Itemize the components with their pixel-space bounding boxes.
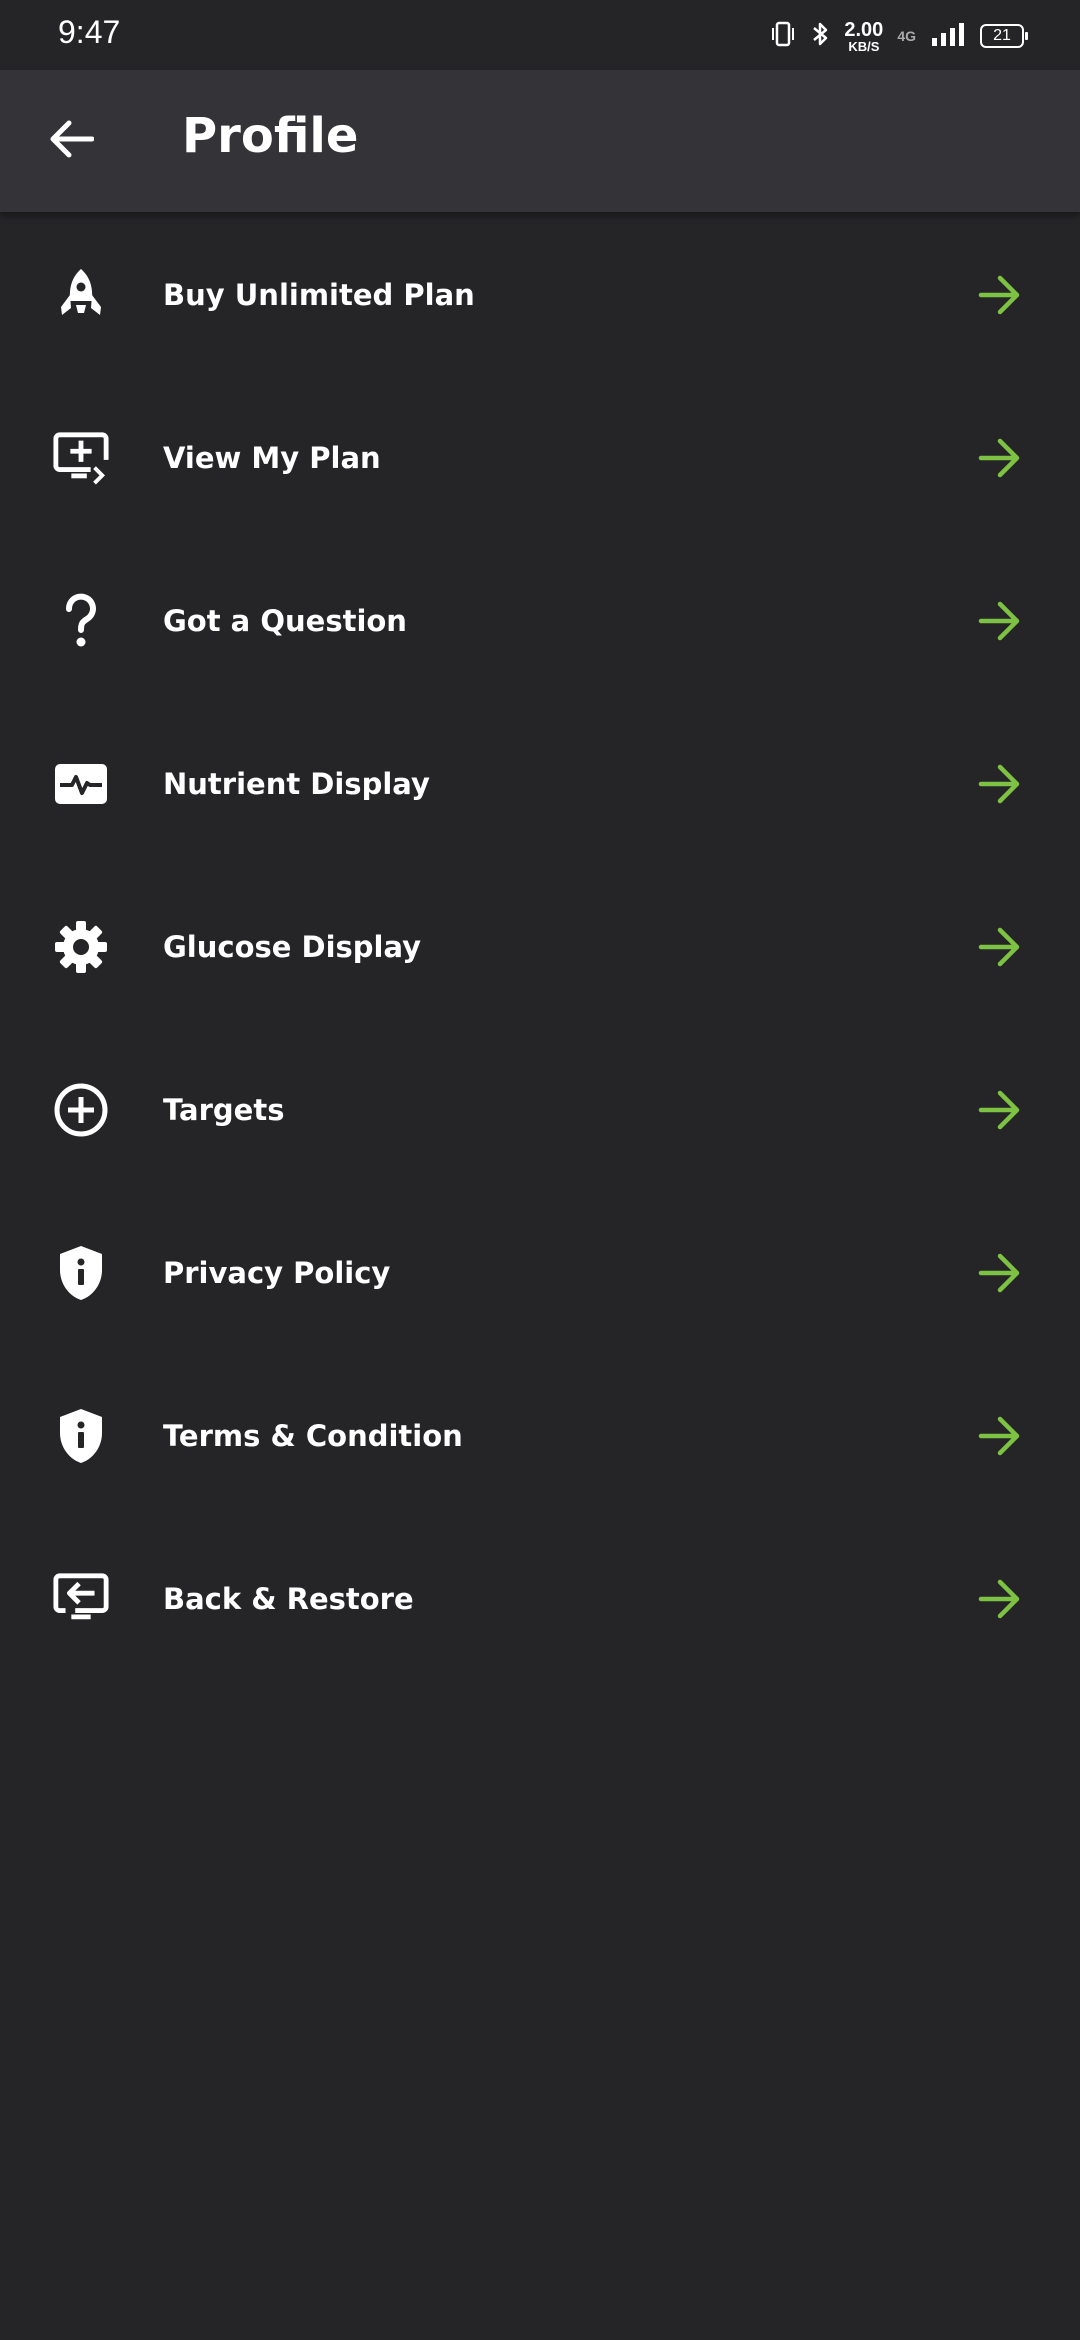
menu-item-got-a-question[interactable]: Got a Question (0, 539, 1080, 702)
battery-icon: 21 (980, 24, 1028, 48)
monitor-plus-icon (52, 429, 110, 487)
plus-circle-icon (52, 1081, 110, 1139)
menu-item-back-restore[interactable]: Back & Restore (0, 1517, 1080, 1680)
menu-item-label: Privacy Policy (163, 1255, 391, 1290)
network-speed: 2.00 KB/S (844, 20, 883, 53)
app-bar: Profile (0, 70, 1080, 212)
back-button[interactable] (40, 105, 102, 177)
bluetooth-icon (810, 20, 830, 52)
status-icons: 2.00 KB/S 4G 21 (770, 14, 1028, 58)
profile-menu: Buy Unlimited Plan View My Plan Got a Qu… (0, 213, 1080, 1680)
menu-item-label: Terms & Condition (163, 1418, 463, 1453)
vibrate-icon (770, 20, 796, 52)
status-bar: 9:47 2.00 KB/S 4G 21 (0, 0, 1080, 70)
arrow-right-icon (978, 1414, 1022, 1458)
network-type: 4G (897, 28, 916, 44)
menu-item-label: View My Plan (163, 440, 381, 475)
speed-unit: KB/S (848, 38, 880, 54)
gear-icon (52, 918, 110, 976)
menu-item-terms-condition[interactable]: Terms & Condition (0, 1354, 1080, 1517)
menu-item-glucose-display[interactable]: Glucose Display (0, 865, 1080, 1028)
arrow-left-icon (48, 119, 95, 163)
shield-info-icon (52, 1407, 110, 1465)
menu-item-label: Buy Unlimited Plan (163, 277, 475, 312)
arrow-right-icon (978, 1577, 1022, 1621)
question-icon (52, 592, 110, 650)
speed-value: 2.00 (844, 18, 884, 41)
status-time: 9:47 (58, 14, 121, 50)
menu-item-targets[interactable]: Targets (0, 1028, 1080, 1191)
menu-item-label: Back & Restore (163, 1581, 414, 1616)
arrow-right-icon (978, 1251, 1022, 1295)
menu-item-label: Got a Question (163, 603, 407, 638)
arrow-right-icon (978, 436, 1022, 480)
menu-item-privacy-policy[interactable]: Privacy Policy (0, 1191, 1080, 1354)
heartbeat-icon (52, 755, 110, 813)
menu-item-label: Targets (163, 1092, 285, 1127)
arrow-right-icon (978, 925, 1022, 969)
arrow-right-icon (978, 599, 1022, 643)
menu-item-label: Nutrient Display (163, 766, 430, 801)
signal-icon (930, 20, 966, 52)
shield-info-icon (52, 1244, 110, 1302)
menu-item-label: Glucose Display (163, 929, 422, 964)
menu-item-nutrient-display[interactable]: Nutrient Display (0, 702, 1080, 865)
menu-item-view-my-plan[interactable]: View My Plan (0, 376, 1080, 539)
menu-item-buy-unlimited-plan[interactable]: Buy Unlimited Plan (0, 213, 1080, 376)
arrow-right-icon (978, 273, 1022, 317)
rocket-icon (52, 266, 110, 324)
monitor-restore-icon (52, 1570, 110, 1628)
page-title: Profile (182, 108, 359, 164)
arrow-right-icon (978, 1088, 1022, 1132)
arrow-right-icon (978, 762, 1022, 806)
